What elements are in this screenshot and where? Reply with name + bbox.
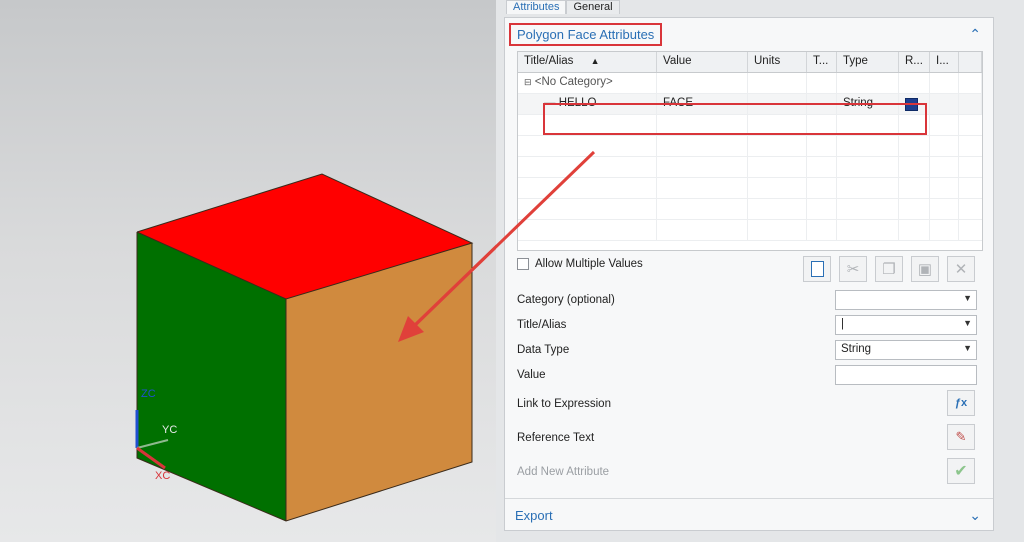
link-to-expression-button[interactable]: ƒx	[947, 390, 975, 416]
column-header-i[interactable]: I...	[930, 52, 959, 72]
column-header-r[interactable]: R...	[899, 52, 930, 72]
expression-icon: ƒx	[954, 397, 968, 409]
chevron-down-icon: ▼	[963, 293, 972, 303]
column-header-filler	[959, 52, 982, 72]
value-input[interactable]	[835, 365, 977, 385]
title-alias-dropdown[interactable]: | ▼	[835, 315, 977, 335]
section-title: Polygon Face Attributes	[509, 22, 663, 46]
axis-label-zc: ZC	[141, 388, 156, 400]
add-new-attribute-button[interactable]: ✔	[947, 458, 975, 484]
attributes-group: Polygon Face Attributes ⌃ Title/Alias ▲ …	[504, 17, 994, 531]
column-header-units[interactable]: Units	[748, 52, 807, 72]
chevron-down-icon: ▼	[963, 318, 972, 328]
polygon-face-attributes-header[interactable]: Polygon Face Attributes ⌃	[505, 18, 993, 50]
paste-icon: ▣	[917, 261, 933, 278]
add-attribute-row: Add New Attribute	[517, 466, 609, 478]
table-row[interactable]: — HELLO FACE String	[518, 94, 982, 115]
edit-text-icon: ✎	[955, 429, 967, 444]
reference-text-row: Reference Text	[517, 432, 594, 444]
data-type-value: String	[841, 343, 872, 355]
empty-row	[518, 136, 982, 157]
category-row[interactable]: ⊟ <No Category>	[518, 73, 982, 94]
data-type-label: Data Type	[517, 344, 570, 356]
empty-row	[518, 157, 982, 178]
data-type-dropdown[interactable]: String ▼	[835, 340, 977, 360]
axis-label-yc: YC	[162, 424, 178, 436]
allow-multiple-values-label: Allow Multiple Values	[535, 258, 643, 270]
row-units	[748, 94, 807, 114]
empty-row	[518, 178, 982, 199]
column-header-t[interactable]: T...	[807, 52, 837, 72]
delete-icon: ✕	[954, 261, 968, 278]
title-alias-label: Title/Alias	[517, 319, 567, 331]
chevron-up-icon[interactable]: ⌃	[969, 26, 981, 43]
value-label: Value	[517, 369, 546, 381]
column-header-type[interactable]: Type	[837, 52, 899, 72]
copy-button[interactable]: ❐	[875, 256, 903, 282]
category-dropdown[interactable]: ▼	[835, 290, 977, 310]
new-attribute-button[interactable]	[803, 256, 831, 282]
export-section-header[interactable]: Export ⌄	[505, 498, 993, 531]
delete-button[interactable]: ✕	[947, 256, 975, 282]
row-t	[807, 94, 837, 114]
link-expression-row: Link to Expression	[517, 398, 611, 410]
link-to-expression-label: Link to Expression	[517, 398, 611, 410]
reference-text-button[interactable]: ✎	[947, 424, 975, 450]
attributes-table[interactable]: Title/Alias ▲ Value Units T... Type R...…	[517, 51, 983, 251]
empty-row	[518, 220, 982, 241]
title-alias-value: |	[841, 318, 844, 330]
tab-general[interactable]: General	[566, 0, 620, 14]
column-header-value[interactable]: Value	[657, 52, 748, 72]
collapse-icon[interactable]: ⊟	[524, 77, 532, 87]
add-new-attribute-label: Add New Attribute	[517, 466, 610, 478]
tab-bar: Attributes General	[506, 0, 620, 14]
category-label: <No Category>	[534, 76, 613, 88]
row-value: FACE	[657, 94, 748, 114]
cube-model[interactable]	[0, 0, 496, 542]
category-label: Category (optional)	[517, 294, 615, 306]
row-title: HELLO	[558, 97, 597, 109]
column-header-title[interactable]: Title/Alias ▲	[518, 52, 657, 72]
row-type: String	[837, 94, 899, 114]
empty-row	[518, 115, 982, 136]
checkmark-icon: ✔	[954, 463, 968, 480]
attributes-panel: Attributes General Polygon Face Attribut…	[496, 0, 1024, 542]
chevron-down-icon: ▼	[963, 343, 972, 353]
tab-attributes[interactable]: Attributes	[506, 0, 567, 14]
axis-label-xc: XC	[155, 470, 171, 482]
allow-multiple-values-checkbox[interactable]	[517, 258, 529, 270]
new-icon	[810, 261, 824, 277]
empty-row	[518, 199, 982, 220]
reference-text-label: Reference Text	[517, 432, 595, 444]
paste-button[interactable]: ▣	[911, 256, 939, 282]
allow-multiple-values-row[interactable]: Allow Multiple Values	[517, 258, 643, 270]
cut-icon: ✂	[846, 261, 860, 278]
title-field-row: Title/Alias	[517, 319, 566, 331]
category-field-row: Category (optional)	[517, 294, 615, 306]
copy-icon: ❐	[882, 261, 896, 278]
row-r[interactable]	[899, 94, 930, 114]
export-title: Export	[515, 507, 553, 523]
value-field-row: Value	[517, 369, 546, 381]
table-header: Title/Alias ▲ Value Units T... Type R...…	[518, 52, 982, 73]
cut-button[interactable]: ✂	[839, 256, 867, 282]
sort-ascending-icon: ▲	[590, 56, 600, 66]
datatype-field-row: Data Type	[517, 344, 569, 356]
chevron-down-icon[interactable]: ⌄	[969, 507, 981, 524]
graphics-viewport[interactable]: ZC YC XC	[0, 0, 496, 542]
save-icon	[905, 98, 918, 111]
